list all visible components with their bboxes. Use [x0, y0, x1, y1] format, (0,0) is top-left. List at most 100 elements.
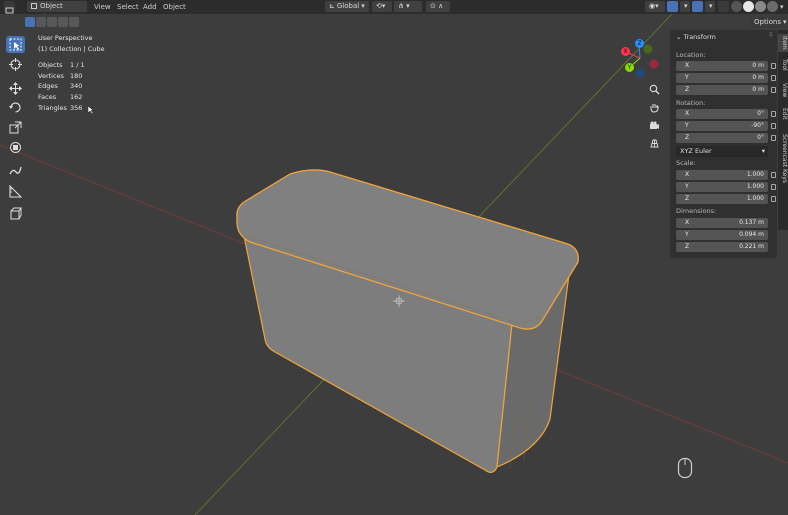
scale-tool[interactable] [6, 119, 25, 136]
solid-shading-button[interactable] [743, 1, 754, 12]
grid-perspective-icon[interactable] [648, 137, 661, 150]
chevron-down-icon: ▾ [761, 147, 765, 155]
axis-label: X [685, 110, 690, 117]
stat-row: Vertices 180 [38, 71, 105, 82]
mode-dropdown[interactable]: Object Mode▾ [27, 1, 87, 21]
rotation-mode-dropdown[interactable]: XYZ Euler ▾ [676, 146, 768, 157]
cursor-tool[interactable] [6, 56, 25, 73]
location-z-field[interactable]: Z 0 m [676, 85, 768, 95]
menu-select[interactable]: Select [117, 1, 139, 13]
menu-view[interactable]: View [94, 1, 111, 13]
rotation-y-field[interactable]: Y -90° [676, 121, 768, 131]
editor-type-button[interactable] [4, 1, 15, 14]
transform-tool[interactable] [6, 139, 25, 156]
axis-label: Z [685, 195, 690, 202]
stat-row: Edges 340 [38, 81, 105, 92]
options-label: Options [754, 18, 782, 26]
chevron-down-icon[interactable]: ▾ [780, 1, 784, 13]
stat-row: Faces 162 [38, 92, 105, 103]
axis-label: Z [685, 243, 690, 250]
orientation-dropdown[interactable]: ⊾ Global ▾ [325, 1, 369, 12]
snap-dropdown[interactable]: ⋔ ▾ [394, 1, 422, 12]
axis-label: Z [685, 134, 690, 141]
camera-icon[interactable] [648, 119, 661, 132]
tab-edit[interactable]: Edit [778, 106, 788, 122]
dimensions-z-field[interactable]: Z 0.221 m [676, 242, 768, 252]
options-dropdown[interactable]: Options ▾ [750, 17, 787, 28]
chevron-down-icon: ▾ [361, 2, 365, 10]
location-x-field[interactable]: X 0 m [676, 61, 768, 71]
neg-z-axis-icon[interactable] [635, 68, 645, 78]
stat-row: Objects 1 / 1 [38, 60, 105, 71]
lock-icon[interactable] [771, 123, 776, 129]
rotation-z-field[interactable]: Z 0° [676, 133, 768, 143]
location-y-field[interactable]: Y 0 m [676, 73, 768, 83]
tab-view[interactable]: View [778, 80, 788, 100]
material-shading-button[interactable] [755, 1, 766, 12]
xray-toggle-button[interactable] [718, 1, 729, 12]
y-axis-icon[interactable]: Y [625, 63, 634, 72]
tab-screencast-keys[interactable]: Screencast Keys [778, 128, 788, 188]
lock-icon[interactable] [771, 196, 776, 202]
field-value: 0 m [752, 86, 764, 93]
dimensions-x-field[interactable]: X 0.137 m [676, 218, 768, 228]
axis-label: X [685, 171, 690, 178]
overlay-toggle-button[interactable] [692, 1, 703, 12]
dimensions-label: Dimensions: [676, 207, 717, 215]
axis-label: X [685, 219, 690, 226]
scale-icon [9, 121, 22, 134]
chevron-down-icon: ▾ [709, 2, 713, 10]
drag-handle-icon[interactable]: ⠿ [769, 32, 773, 39]
pivot-dropdown[interactable]: ⟲▾ [372, 1, 392, 12]
stat-value: 1 / 1 [70, 61, 85, 70]
add-cube-icon [10, 207, 22, 220]
cube-object[interactable] [236, 169, 579, 473]
dimensions-y-field[interactable]: Y 0.094 m [676, 230, 768, 240]
scale-x-field[interactable]: X 1.000 [676, 170, 768, 180]
location-label: Location: [676, 51, 706, 59]
rotation-x-field[interactable]: X 0° [676, 109, 768, 119]
select-box-tool[interactable] [6, 36, 25, 53]
lock-icon[interactable] [771, 172, 776, 178]
rotate-tool[interactable] [6, 99, 25, 116]
x-axis-icon[interactable]: X [621, 47, 630, 56]
lock-icon[interactable] [771, 111, 776, 117]
navigation-gizmo[interactable] [625, 43, 659, 78]
move-tool[interactable] [6, 80, 25, 97]
menu-object[interactable]: Object [163, 1, 186, 13]
lock-icon[interactable] [771, 135, 776, 141]
neg-y-axis-icon[interactable] [643, 44, 653, 54]
gizmo-toggle-button[interactable] [667, 1, 678, 12]
rotation-label: Rotation: [676, 99, 706, 107]
annotate-icon [9, 166, 22, 175]
lock-icon[interactable] [771, 63, 776, 69]
transform-panel-header[interactable]: ⌄ Transform [676, 33, 716, 41]
rendered-shading-button[interactable] [767, 1, 778, 12]
overlay-dropdown[interactable]: ▾ [705, 1, 715, 12]
measure-tool[interactable] [6, 183, 25, 200]
gizmo-dropdown[interactable]: ▾ [680, 1, 690, 12]
tab-item[interactable]: Item [778, 34, 788, 52]
z-axis-icon[interactable]: Z [635, 39, 644, 48]
neg-x-axis-icon[interactable] [649, 59, 659, 69]
hand-pan-icon[interactable] [648, 101, 661, 114]
scale-label: Scale: [676, 159, 696, 167]
scale-y-field[interactable]: Y 1.000 [676, 182, 768, 192]
lock-icon[interactable] [771, 87, 776, 93]
lock-icon[interactable] [771, 184, 776, 190]
tab-tool[interactable]: Tool [778, 56, 788, 74]
move-icon [9, 82, 22, 95]
add-cube-tool[interactable] [6, 205, 25, 222]
pivot-icon: ⟲▾ [376, 2, 386, 10]
scale-z-field[interactable]: Z 1.000 [676, 194, 768, 204]
visibility-dropdown[interactable]: ◉▾ [645, 1, 665, 12]
zoom-icon[interactable] [648, 83, 661, 96]
proportional-edit-dropdown[interactable]: ⊙ ∧ [426, 1, 450, 12]
menu-add[interactable]: Add [143, 1, 157, 13]
stat-label: Vertices [38, 71, 64, 80]
annotate-tool[interactable] [6, 162, 25, 179]
axis-label: Y [685, 231, 689, 238]
lock-icon[interactable] [771, 75, 776, 81]
wireframe-shading-button[interactable] [731, 1, 742, 12]
stat-value: 356 [70, 103, 83, 112]
